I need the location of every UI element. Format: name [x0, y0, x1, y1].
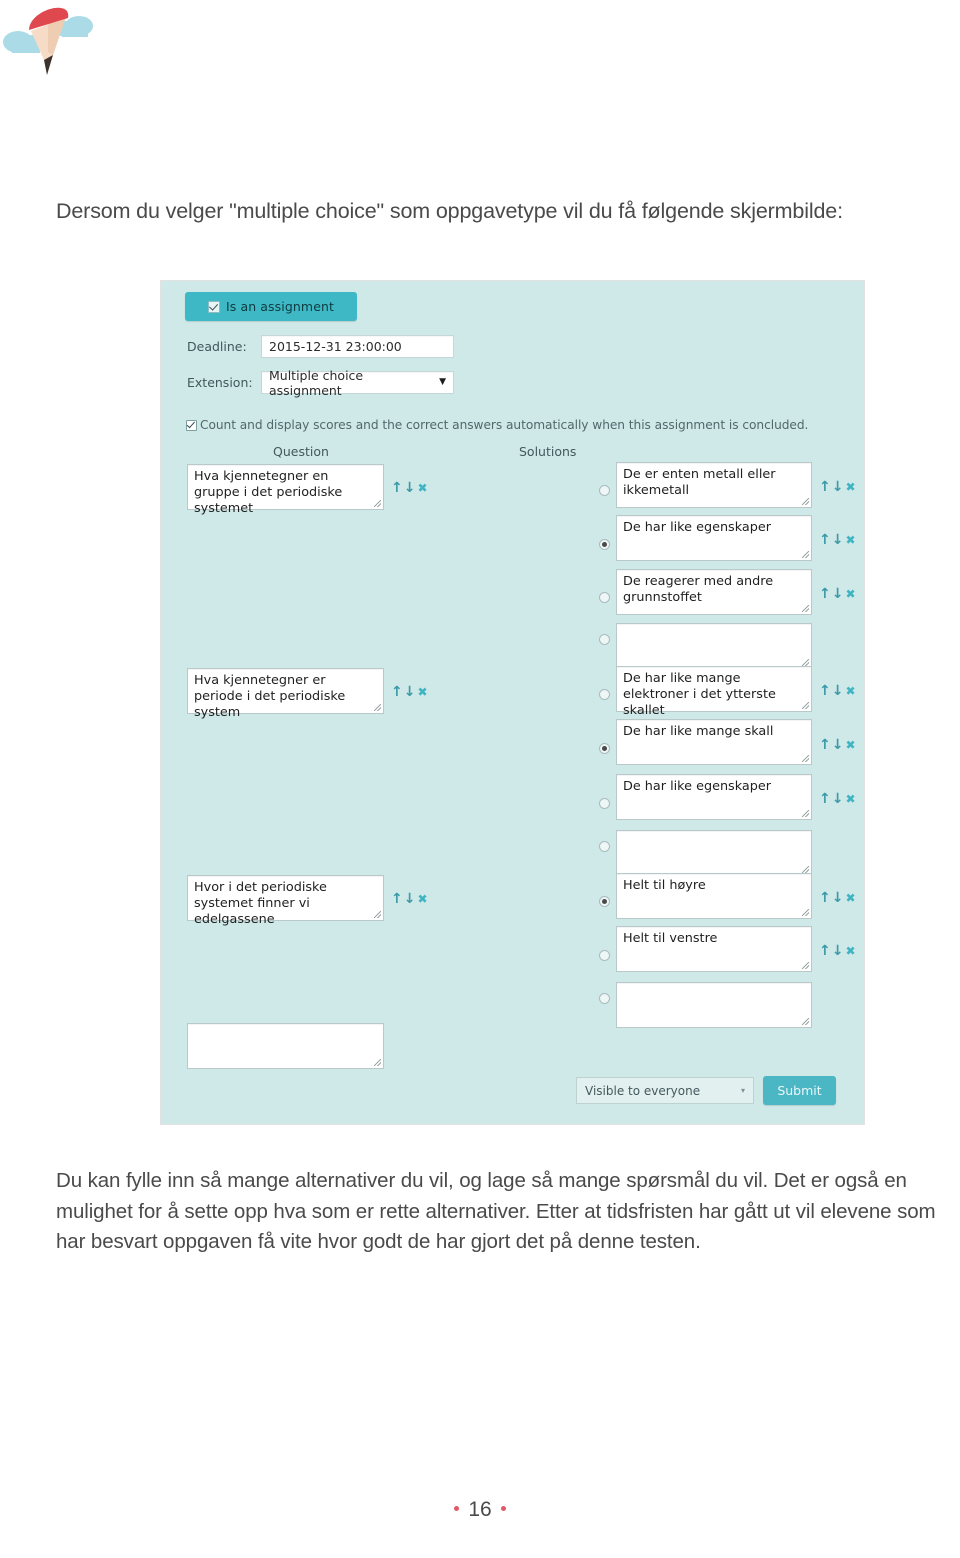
move-down-icon[interactable]: ↓	[404, 685, 416, 699]
move-up-icon[interactable]: ↑	[819, 480, 831, 494]
remove-icon[interactable]: ✖	[845, 945, 855, 957]
new-solution-textarea[interactable]	[616, 623, 812, 669]
solution-radio[interactable]	[599, 743, 610, 754]
move-up-icon[interactable]: ↑	[819, 891, 831, 905]
move-down-icon[interactable]: ↓	[832, 944, 844, 958]
body-paragraph: Du kan fylle inn så mange alternativer d…	[56, 1169, 936, 1253]
new-solution-textarea[interactable]	[616, 830, 812, 876]
question-tools[interactable]: ↑ ↓ ✖	[391, 685, 428, 699]
solution-radio[interactable]	[599, 592, 610, 603]
auto-score-checkbox[interactable]	[186, 419, 197, 431]
move-down-icon[interactable]: ↓	[832, 587, 844, 601]
solution-textarea[interactable]: De har like mange skall	[616, 719, 812, 765]
solution-radio[interactable]	[599, 993, 610, 1004]
move-down-icon[interactable]: ↓	[404, 481, 416, 495]
question-column-header: Question	[273, 444, 329, 459]
solution-tools[interactable]: ↑ ↓ ✖	[819, 480, 856, 494]
auto-score-label: Count and display scores and the correct…	[200, 418, 809, 432]
solution-tools[interactable]: ↑ ↓ ✖	[819, 684, 856, 698]
solution-radio[interactable]	[599, 798, 610, 809]
deadline-input[interactable]: 2015-12-31 23:00:00	[261, 335, 454, 358]
remove-icon[interactable]: ✖	[845, 739, 855, 751]
move-up-icon[interactable]: ↑	[819, 738, 831, 752]
auto-score-row[interactable]: Count and display scores and the correct…	[186, 418, 808, 432]
solution-textarea[interactable]: De er enten metall eller ikkemetall	[616, 462, 812, 508]
solution-tools[interactable]: ↑ ↓ ✖	[819, 944, 856, 958]
new-question-textarea[interactable]	[187, 1023, 384, 1069]
move-up-icon[interactable]: ↑	[819, 533, 831, 547]
move-down-icon[interactable]: ↓	[832, 792, 844, 806]
remove-icon[interactable]: ✖	[845, 793, 855, 805]
extension-value: Multiple choice assignment	[269, 367, 364, 398]
question-tools[interactable]: ↑ ↓ ✖	[391, 892, 428, 906]
remove-icon[interactable]: ✖	[845, 588, 855, 600]
deadline-label: Deadline:	[187, 339, 247, 354]
move-up-icon[interactable]: ↑	[819, 684, 831, 698]
is-an-assignment-button[interactable]: Is an assignment	[185, 292, 357, 321]
is-an-assignment-checkbox[interactable]	[207, 300, 220, 313]
visibility-select[interactable]: Visible to everyone ▾	[576, 1077, 754, 1104]
move-up-icon[interactable]: ↑	[819, 587, 831, 601]
solution-radio[interactable]	[599, 896, 610, 907]
is-an-assignment-label: Is an assignment	[225, 299, 335, 314]
solution-textarea[interactable]: De reagerer med andre grunnstoffet	[616, 569, 812, 615]
remove-icon[interactable]: ✖	[417, 893, 427, 905]
move-down-icon[interactable]: ↓	[832, 891, 844, 905]
chevron-down-icon: ▾	[740, 1086, 745, 1095]
solution-textarea[interactable]: Helt til venstre	[616, 926, 812, 972]
solution-radio[interactable]	[599, 539, 610, 550]
move-up-icon[interactable]: ↑	[819, 944, 831, 958]
page-number: 16	[468, 1498, 492, 1521]
pencil-balloon-logo	[2, 0, 106, 76]
move-up-icon[interactable]: ↑	[391, 892, 403, 906]
move-up-icon[interactable]: ↑	[391, 481, 403, 495]
solution-tools[interactable]: ↑ ↓ ✖	[819, 792, 856, 806]
remove-icon[interactable]: ✖	[845, 685, 855, 697]
question-tools[interactable]: ↑ ↓ ✖	[391, 481, 428, 495]
move-down-icon[interactable]: ↓	[832, 533, 844, 547]
move-down-icon[interactable]: ↓	[404, 892, 416, 906]
question-textarea[interactable]: Hvor i det periodiske systemet finner vi…	[187, 875, 384, 927]
solution-radio[interactable]	[599, 689, 610, 700]
question-textarea[interactable]: Hva kjennetegner en gruppe i det periodi…	[187, 464, 384, 516]
solution-radio[interactable]	[599, 841, 610, 852]
embedded-screenshot: Is an assignment Deadline: 2015-12-31 23…	[160, 280, 865, 1125]
submit-button[interactable]: Submit	[763, 1076, 836, 1105]
solution-textarea[interactable]: De har like mange elektroner i det ytter…	[616, 666, 812, 718]
footer-dot-left	[454, 1506, 460, 1512]
question-textarea[interactable]: Hva kjennetegner er periode i det period…	[187, 668, 384, 720]
solution-radio[interactable]	[599, 485, 610, 496]
move-down-icon[interactable]: ↓	[832, 684, 844, 698]
new-solution-textarea[interactable]	[616, 982, 812, 1028]
remove-icon[interactable]: ✖	[417, 482, 427, 494]
move-up-icon[interactable]: ↑	[391, 685, 403, 699]
solution-textarea[interactable]: De har like egenskaper	[616, 515, 812, 561]
extension-row: Extension: Multiple choice assignment ▼	[187, 368, 454, 398]
remove-icon[interactable]: ✖	[845, 481, 855, 493]
move-down-icon[interactable]: ↓	[832, 738, 844, 752]
move-down-icon[interactable]: ↓	[832, 480, 844, 494]
chevron-down-icon: ▼	[439, 377, 446, 387]
remove-icon[interactable]: ✖	[845, 534, 855, 546]
extension-label: Extension:	[187, 375, 253, 390]
deadline-row: Deadline: 2015-12-31 23:00:00	[187, 335, 454, 358]
footer-dot-right	[500, 1506, 506, 1512]
page-intro-text: Dersom du velger "multiple choice" som o…	[56, 199, 843, 223]
solution-radio[interactable]	[599, 950, 610, 961]
visibility-value: Visible to everyone	[585, 1083, 701, 1098]
solutions-column-header: Solutions	[519, 444, 577, 459]
remove-icon[interactable]: ✖	[417, 686, 427, 698]
solution-tools[interactable]: ↑ ↓ ✖	[819, 533, 856, 547]
solution-tools[interactable]: ↑ ↓ ✖	[819, 587, 856, 601]
solution-tools[interactable]: ↑ ↓ ✖	[819, 738, 856, 752]
remove-icon[interactable]: ✖	[845, 892, 855, 904]
solution-radio[interactable]	[599, 634, 610, 645]
solution-tools[interactable]: ↑ ↓ ✖	[819, 891, 856, 905]
page-footer: 16	[0, 1498, 960, 1522]
move-up-icon[interactable]: ↑	[819, 792, 831, 806]
solution-textarea[interactable]: De har like egenskaper	[616, 774, 812, 820]
extension-select[interactable]: Multiple choice assignment ▼	[261, 368, 454, 398]
solution-textarea[interactable]: Helt til høyre	[616, 873, 812, 919]
